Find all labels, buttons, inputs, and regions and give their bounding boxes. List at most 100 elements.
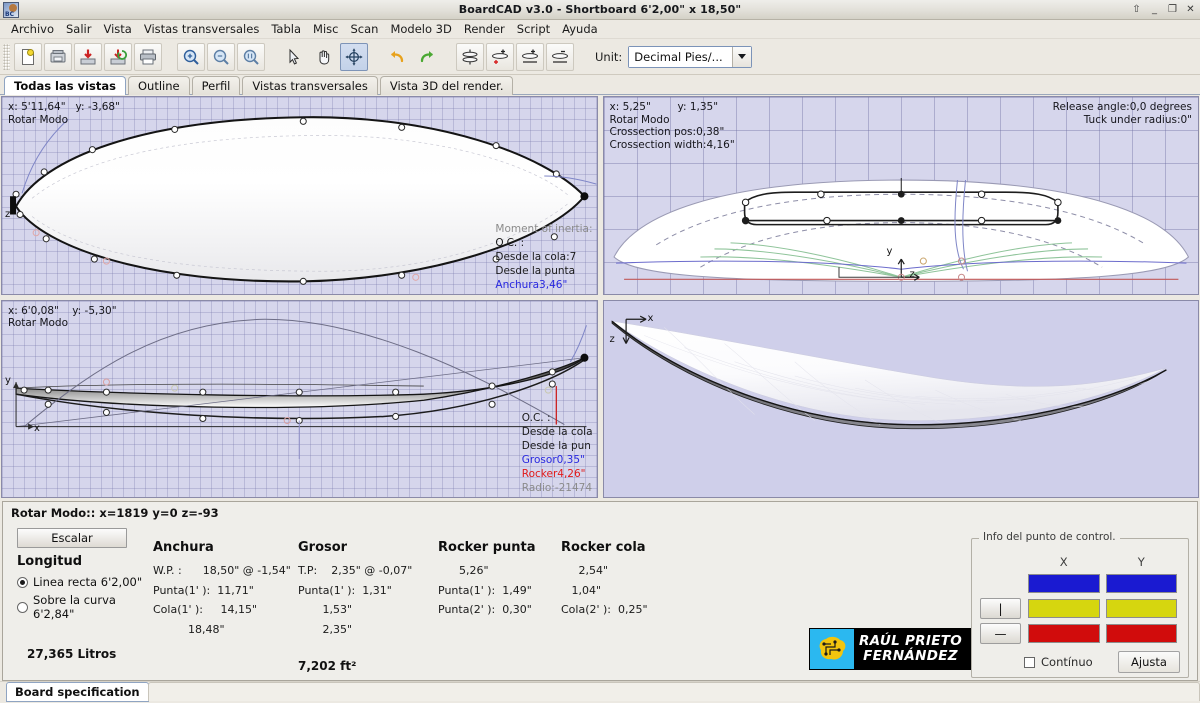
menu-ayuda[interactable]: Ayuda	[556, 20, 604, 38]
grosor-row-tp: T.P: 2,35" @ -0,07"	[298, 561, 438, 581]
menu-render[interactable]: Render	[458, 20, 511, 38]
control-point-blue-x-field[interactable]	[1028, 574, 1100, 593]
spec-column-grosor: Grosor T.P: 2,35" @ -0,07" Punta(1' ): 1…	[298, 526, 438, 680]
radio-sobre-la-curva[interactable]	[17, 602, 28, 613]
board-specification-panel: Rotar Modo:: x=1819 y=0 z=-93 Escalar Lo…	[2, 501, 1198, 681]
designer-name-line2: FERNÁNDEZ	[854, 649, 967, 664]
boardcad-app-icon	[3, 2, 19, 18]
spec-column-rocker-punta: Rocker punta 5,26" Punta(1' ): 1,49" Pun…	[438, 526, 561, 680]
zoom-in-button[interactable]	[177, 43, 205, 71]
designer-name-line1: RAÚL PRIETO	[854, 634, 967, 649]
menu-archivo[interactable]: Archivo	[5, 20, 60, 38]
close-icon[interactable]: ✕	[1185, 5, 1196, 15]
viewport-row-bottom: x: 6'0,08" y: -5,30" Rotar Modo y x O.C.…	[1, 300, 1199, 499]
outline-viewport[interactable]: x: 5'11,64" y: -3,68" Rotar Modo z Momen…	[1, 96, 598, 295]
outline-axis-z-label: z	[5, 209, 10, 220]
open-button[interactable]	[44, 43, 72, 71]
unit-combobox[interactable]: Decimal Pies/...	[628, 46, 752, 68]
anchura-row-wp: W.P. : 18,50" @ -1,54"	[153, 561, 298, 581]
control-point-row-yellow: |	[980, 598, 1180, 619]
mirror-button[interactable]	[456, 43, 484, 71]
save-button[interactable]	[74, 43, 102, 71]
menu-tabla[interactable]: Tabla	[265, 20, 307, 38]
area-value: 7,202 ft²	[298, 659, 438, 673]
profile-axis-y-label: y	[5, 375, 11, 386]
menu-vistas-transversales[interactable]: Vistas transversales	[138, 20, 265, 38]
duplicate-crossection-button[interactable]	[516, 43, 544, 71]
profile-viewport[interactable]: x: 6'0,08" y: -5,30" Rotar Modo y x O.C.…	[1, 300, 598, 499]
continuo-checkbox[interactable]	[1024, 657, 1035, 668]
crossections-viewport[interactable]: x: 5,25" y: 1,35" Rotar Modo Crossection…	[603, 96, 1200, 295]
control-point-yellow-y-field[interactable]	[1106, 599, 1178, 618]
viewport-grid: x: 5'11,64" y: -3,68" Rotar Modo z Momen…	[0, 95, 1200, 498]
boardcad-window: BoardCAD v3.0 - Shortboard 6'2,00" x 18,…	[0, 0, 1200, 703]
horizontal-tangent-button[interactable]: —	[980, 623, 1021, 644]
control-point-red-x-field[interactable]	[1028, 624, 1100, 643]
save-as-button[interactable]	[104, 43, 132, 71]
designer-logo: RAÚL PRIETO FERNÁNDEZ	[809, 628, 972, 670]
length-option-sobre-la-curva[interactable]: Sobre la curva 6'2,84"	[17, 593, 153, 621]
chevron-down-icon[interactable]	[732, 47, 751, 67]
radio-linea-recta[interactable]	[17, 577, 28, 588]
remove-crossection-button[interactable]	[546, 43, 574, 71]
menu-vista[interactable]: Vista	[97, 20, 137, 38]
tab-perfil[interactable]: Perfil	[192, 76, 241, 95]
vertical-tangent-button[interactable]: |	[980, 598, 1021, 619]
menu-bar: Archivo Salir Vista Vistas transversales…	[0, 20, 1200, 39]
toolbar-grip[interactable]	[3, 44, 10, 70]
render-axis-z-label: z	[610, 334, 615, 345]
print-button[interactable]	[134, 43, 162, 71]
render-3d-viewport[interactable]: x z	[603, 300, 1200, 499]
control-point-red-y-field[interactable]	[1106, 624, 1178, 643]
board-specification-tab[interactable]: Board specification	[6, 682, 149, 702]
menu-modelo-3d[interactable]: Modelo 3D	[384, 20, 457, 38]
zoom-fit-button[interactable]	[237, 43, 265, 71]
menu-misc[interactable]: Misc	[307, 20, 344, 38]
redo-button[interactable]	[413, 43, 441, 71]
window-title: BoardCAD v3.0 - Shortboard 6'2,00" x 18,…	[0, 3, 1200, 16]
maximize-icon[interactable]: ❐	[1167, 5, 1178, 15]
menu-script[interactable]: Script	[511, 20, 556, 38]
tab-vistas-transversales[interactable]: Vistas transversales	[242, 76, 377, 95]
menu-salir[interactable]: Salir	[60, 20, 97, 38]
rocker-cola-header: Rocker cola	[561, 540, 691, 555]
unit-value: Decimal Pies/...	[629, 47, 732, 67]
status-bar-filler	[148, 682, 1200, 701]
control-point-footer: Contínuo Ajusta	[980, 651, 1180, 673]
anchura-row-punta: Punta(1' ): 11,71"	[153, 581, 298, 601]
status-bar: Board specification	[0, 681, 1200, 703]
viewport-row-top: x: 5'11,64" y: -3,68" Rotar Modo z Momen…	[1, 96, 1199, 295]
new-button[interactable]	[14, 43, 42, 71]
ajusta-button[interactable]: Ajusta	[1118, 651, 1180, 673]
brain-circuit-icon	[810, 629, 854, 669]
rotate-tool-button[interactable]	[340, 43, 368, 71]
pan-tool-button[interactable]	[310, 43, 338, 71]
menu-scan[interactable]: Scan	[344, 20, 384, 38]
minimize-icon[interactable]: _	[1149, 5, 1160, 15]
rocker-cola-row-2ft: Cola(2' ): 0,25"	[561, 600, 691, 620]
spec-column-rocker-cola: Rocker cola 2,54" 1,04" Cola(2' ): 0,25"	[561, 526, 691, 680]
control-point-col-x: X	[1028, 555, 1100, 569]
control-point-title: Info del punto de control.	[979, 531, 1120, 543]
control-point-blue-y-field[interactable]	[1106, 574, 1178, 593]
tab-todas-las-vistas[interactable]: Todas las vistas	[4, 76, 126, 95]
tab-outline[interactable]: Outline	[128, 76, 190, 95]
tab-vista-3d-render[interactable]: Vista 3D del render.	[380, 76, 514, 95]
zoom-out-button[interactable]	[207, 43, 235, 71]
control-point-row-blue-spacer	[980, 573, 1021, 594]
undo-button[interactable]	[383, 43, 411, 71]
length-option-linea-recta[interactable]: Linea recta 6'2,00"	[17, 575, 153, 589]
anchura-row-extra: 18,48"	[153, 620, 298, 640]
escalar-button[interactable]: Escalar	[17, 528, 127, 548]
add-crossection-button[interactable]	[486, 43, 514, 71]
control-point-row-red: —	[980, 623, 1180, 644]
rocker-punta-row-1ft: Punta(1' ): 1,49"	[438, 581, 561, 601]
restore-icon[interactable]: ⇧	[1131, 5, 1142, 15]
control-point-header-row: X Y	[1025, 555, 1180, 569]
unit-label: Unit:	[595, 50, 622, 64]
grosor-row-extra1: 1,53"	[298, 600, 438, 620]
control-point-yellow-x-field[interactable]	[1028, 599, 1100, 618]
rocker-punta-header: Rocker punta	[438, 540, 561, 555]
select-tool-button[interactable]	[280, 43, 308, 71]
history-tool-group	[382, 43, 442, 71]
